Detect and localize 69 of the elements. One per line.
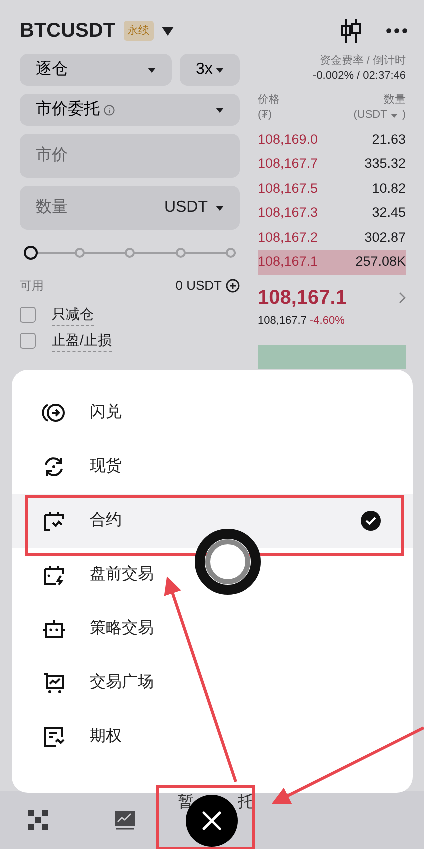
ask-amount: 335.32 <box>364 155 406 174</box>
slider-stop <box>74 248 84 258</box>
ask-amount: 32.45 <box>372 204 406 222</box>
caret-icon[interactable] <box>162 26 174 36</box>
margin-mode-dropdown[interactable]: 逐仓 <box>20 54 172 86</box>
ask-price: 108,167.2 <box>258 228 318 247</box>
caret-icon <box>216 68 224 72</box>
checkbox[interactable] <box>20 306 36 322</box>
ask-amount: 302.87 <box>364 228 406 247</box>
option-label: 只减仓 <box>52 304 94 326</box>
last-price: 108,167.1 <box>258 286 347 311</box>
ask-amount: 21.63 <box>372 130 406 149</box>
menu-item[interactable]: 合约 <box>12 494 413 548</box>
unit-selector[interactable]: USDT <box>164 196 208 220</box>
option-label: 止盈/止损 <box>52 330 112 352</box>
price-field[interactable]: 市价 <box>20 134 240 178</box>
refresh-icon <box>42 455 66 479</box>
document-wave-icon <box>42 725 66 749</box>
symbol-title: BTCUSDT <box>20 19 116 44</box>
close-icon <box>202 811 222 831</box>
available-label: 可用 <box>20 278 44 295</box>
touch-indicator <box>195 529 261 595</box>
caret-icon[interactable] <box>216 206 224 210</box>
menu-item[interactable]: 期权 <box>12 710 413 764</box>
info-icon <box>104 104 115 116</box>
perpetual-tag: 永续 <box>124 20 154 42</box>
mark-price: 108,167.7 <box>258 314 307 327</box>
slider-stop <box>176 248 186 258</box>
ask-price: 108,169.0 <box>258 130 318 149</box>
ask-price: 108,167.3 <box>258 204 318 222</box>
candlestick-icon[interactable] <box>340 19 362 43</box>
amount-unit-bracket: ) <box>402 108 406 124</box>
ask-price: 108,167.1 <box>258 253 318 272</box>
price-column-title: 价格 <box>258 92 280 108</box>
calendar-bolt-icon <box>42 563 66 587</box>
empty-orders-text: 暂 <box>178 792 194 813</box>
menu-item[interactable]: 现货 <box>12 440 413 494</box>
slider-stop <box>125 248 135 258</box>
price-unit: (₮) <box>258 108 274 124</box>
order-type-dropdown[interactable]: 市价委托 <box>20 94 240 126</box>
available-value: 0 USDT <box>176 277 222 295</box>
calendar-wave-icon <box>42 509 66 533</box>
amount-column-title: 数量 <box>384 92 406 108</box>
price-change: -4.60% <box>310 314 345 327</box>
caret-icon <box>148 68 156 72</box>
ask-price: 108,167.7 <box>258 155 318 174</box>
funding-label: 资金费率 / 倒计时 <box>318 54 406 68</box>
robot-icon <box>42 617 66 641</box>
menu-item[interactable]: 盘前交易 <box>12 548 413 602</box>
exchange-icon <box>42 401 66 425</box>
funding-value: -0.002% / 02:37:46 <box>312 69 406 84</box>
ask-price: 108,167.5 <box>258 180 318 198</box>
menu-item[interactable]: 闪兑 <box>12 386 413 440</box>
ask-amount: 257.08K <box>356 253 406 272</box>
menu-item[interactable]: 策略交易 <box>12 602 413 656</box>
cart-chart-icon <box>42 671 66 695</box>
more-icon[interactable] <box>386 28 408 34</box>
slider-thumb[interactable] <box>24 246 38 260</box>
caret-icon <box>216 108 224 112</box>
slider-stop <box>226 248 236 258</box>
ask-amount: 10.82 <box>372 180 406 198</box>
add-icon[interactable] <box>226 278 240 293</box>
chart-icon[interactable] <box>114 810 136 830</box>
chevron-right-icon[interactable] <box>399 292 406 304</box>
menu-item[interactable]: 交易广场 <box>12 656 413 710</box>
leverage-dropdown[interactable]: 3x <box>180 54 240 86</box>
grid-icon[interactable] <box>28 810 48 830</box>
checkbox[interactable] <box>20 332 36 348</box>
check-icon <box>361 511 381 531</box>
